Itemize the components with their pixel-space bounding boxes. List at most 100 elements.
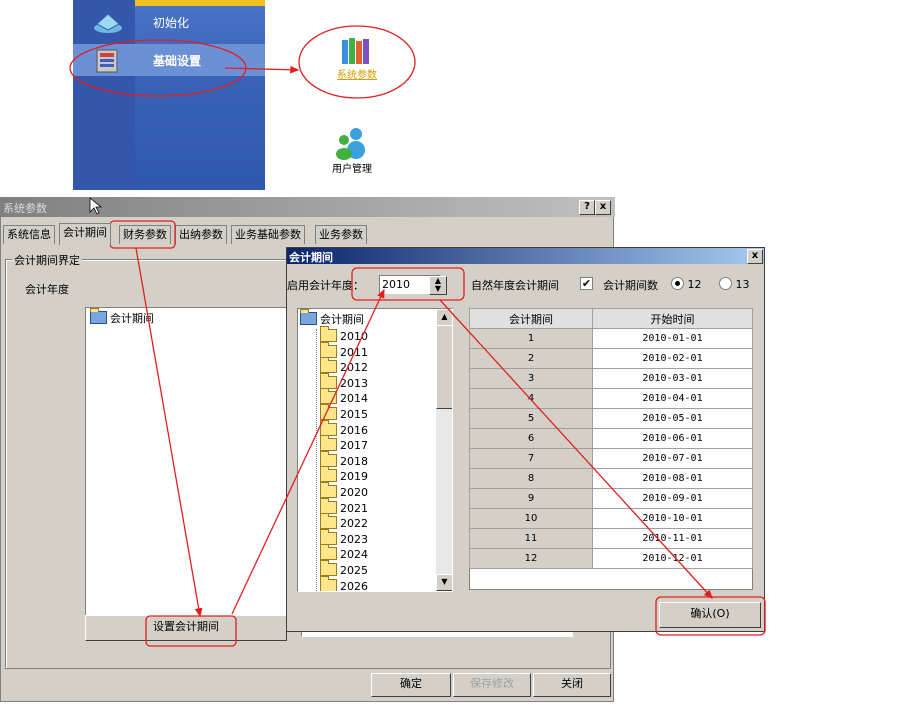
fiscal-year-tree[interactable]: 会计期间 xyxy=(85,307,287,617)
start-date-cell[interactable]: 2010-02-01 xyxy=(592,348,753,369)
period-number-cell[interactable]: 8 xyxy=(469,468,593,489)
scroll-thumb[interactable] xyxy=(436,325,452,409)
period-number-cell[interactable]: 9 xyxy=(469,488,593,509)
period-number-cell[interactable]: 12 xyxy=(469,548,593,569)
column-header-period[interactable]: 会计期间 xyxy=(469,308,593,329)
tree-year-label: 2026 xyxy=(340,579,368,592)
natural-year-checkbox[interactable]: ✔ xyxy=(580,277,593,290)
help-button[interactable]: ? xyxy=(579,200,595,215)
period-number-cell[interactable]: 7 xyxy=(469,448,593,469)
folder-icon xyxy=(320,497,337,514)
tab-accounting-period[interactable]: 会计期间 xyxy=(59,223,111,245)
tree-year-label: 2024 xyxy=(340,548,368,562)
tree-scrollbar[interactable]: ▲ ▼ xyxy=(436,309,452,591)
user-mgmt-shortcut[interactable]: 用户管理 xyxy=(322,126,382,180)
start-date-cell[interactable]: 2010-03-01 xyxy=(592,368,753,389)
period-table: 会计期间 开始时间 1 2010-01-01 2 2010-02-01 3 2010-03… xyxy=(469,308,753,569)
books-icon xyxy=(342,38,369,64)
tab-business-params[interactable]: 业务参数 xyxy=(315,225,367,244)
system-params-title: 系统参数 xyxy=(3,202,47,215)
column-header-start[interactable]: 开始时间 xyxy=(592,308,753,329)
period-tree-root[interactable]: 会计期间 xyxy=(300,309,364,327)
tree-year-label: 2014 xyxy=(340,392,368,406)
table-row[interactable]: 5 2010-05-01 xyxy=(469,408,753,429)
period-number-cell[interactable]: 11 xyxy=(469,528,593,549)
start-date-cell[interactable]: 2010-01-01 xyxy=(592,328,753,349)
tree-year-label: 2015 xyxy=(340,408,368,421)
scroll-down-icon[interactable]: ▼ xyxy=(436,574,452,591)
folder-icon xyxy=(320,575,337,591)
radio-12[interactable]: 12 xyxy=(671,277,702,291)
close-dialog-button[interactable]: 关闭 xyxy=(533,673,611,697)
tab-finance-params[interactable]: 财务参数 xyxy=(119,225,171,244)
start-year-label: 启用会计年度： xyxy=(287,279,364,292)
folder-icon xyxy=(320,388,337,405)
period-close-button[interactable]: x xyxy=(747,249,763,264)
table-row[interactable]: 12 2010-12-01 xyxy=(469,548,753,569)
start-date-cell[interactable]: 2010-06-01 xyxy=(592,428,753,449)
tree-root-item[interactable]: 会计期间 xyxy=(90,308,154,326)
start-date-cell[interactable]: 2010-10-01 xyxy=(592,508,753,529)
start-date-cell[interactable]: 2010-12-01 xyxy=(592,548,753,569)
radio-12-icon xyxy=(671,277,684,290)
folder-icon xyxy=(320,326,337,342)
confirm-button[interactable]: 确认(O) xyxy=(659,602,761,628)
table-row[interactable]: 11 2010-11-01 xyxy=(469,528,753,549)
tree-root-label: 会计期间 xyxy=(110,312,154,325)
table-row[interactable]: 7 2010-07-01 xyxy=(469,448,753,469)
period-dialog-titlebar[interactable]: 会计期间 x xyxy=(287,248,764,264)
close-button[interactable]: x xyxy=(595,200,611,215)
tab-business-base-params[interactable]: 业务基础参数 xyxy=(231,225,305,244)
users-icon xyxy=(336,128,365,160)
folder-icon xyxy=(320,528,337,545)
table-row[interactable]: 8 2010-08-01 xyxy=(469,468,753,489)
table-row[interactable]: 1 2010-01-01 xyxy=(469,328,753,349)
tree-year-label: 2010 xyxy=(340,330,368,343)
system-params-titlebar[interactable]: 系统参数 ? x xyxy=(1,197,615,217)
folder-icon xyxy=(320,513,337,530)
start-date-cell[interactable]: 2010-07-01 xyxy=(592,448,753,469)
tree-year-label: 2021 xyxy=(340,501,368,515)
table-row[interactable]: 4 2010-04-01 xyxy=(469,388,753,409)
start-date-cell[interactable]: 2010-05-01 xyxy=(592,408,753,429)
period-number-cell[interactable]: 3 xyxy=(469,368,593,389)
group-legend: 会计期间界定 xyxy=(12,252,82,268)
ok-button[interactable]: 确定 xyxy=(371,673,451,697)
period-number-cell[interactable]: 5 xyxy=(469,408,593,429)
period-dialog-title: 会计期间 xyxy=(289,251,333,264)
table-row[interactable]: 9 2010-09-01 xyxy=(469,488,753,509)
tree-year-label: 2011 xyxy=(340,345,368,359)
start-date-cell[interactable]: 2010-09-01 xyxy=(592,488,753,509)
start-date-cell[interactable]: 2010-04-01 xyxy=(592,388,753,409)
period-number-cell[interactable]: 6 xyxy=(469,428,593,449)
tree-year-label: 2018 xyxy=(340,454,368,468)
table-row[interactable]: 10 2010-10-01 xyxy=(469,508,753,529)
table-row[interactable]: 6 2010-06-01 xyxy=(469,428,753,449)
sysparams-shortcut[interactable]: 系统参数 xyxy=(322,36,392,86)
tab-system-info[interactable]: 系统信息 xyxy=(3,225,55,244)
radio-13[interactable]: 13 xyxy=(719,277,750,291)
tree-year-label: 2013 xyxy=(340,376,368,390)
set-period-button[interactable]: 设置会计期间 xyxy=(85,615,287,641)
period-year-tree[interactable]: 会计期间 2010 2011 2012 2013 2014 2015 2016 2017 201… xyxy=(297,308,453,592)
radio-13-label: 13 xyxy=(735,278,750,291)
year-spin-icon[interactable]: ▲ ▼ xyxy=(429,276,447,295)
folder-icon xyxy=(320,435,337,452)
table-row[interactable]: 2 2010-02-01 xyxy=(469,348,753,369)
menu-item-init[interactable]: 初始化 xyxy=(73,6,265,38)
menu-item-basic-settings[interactable]: 基础设置 xyxy=(73,44,265,76)
table-row[interactable]: 3 2010-03-01 xyxy=(469,368,753,389)
start-year-input[interactable]: 2010 xyxy=(382,278,410,291)
period-number-cell[interactable]: 10 xyxy=(469,508,593,529)
start-date-cell[interactable]: 2010-11-01 xyxy=(592,528,753,549)
tree-year-item[interactable]: 2026 xyxy=(320,575,368,592)
period-number-cell[interactable]: 4 xyxy=(469,388,593,409)
period-number-cell[interactable]: 1 xyxy=(469,328,593,349)
folder-icon xyxy=(320,482,337,498)
folder-icon xyxy=(320,560,337,576)
period-number-cell[interactable]: 2 xyxy=(469,348,593,369)
tab-cashier-params[interactable]: 出纳参数 xyxy=(175,225,227,244)
scroll-up-icon[interactable]: ▲ xyxy=(436,309,452,326)
start-date-cell[interactable]: 2010-08-01 xyxy=(592,468,753,489)
save-changes-button[interactable]: 保存修改 xyxy=(453,673,531,697)
